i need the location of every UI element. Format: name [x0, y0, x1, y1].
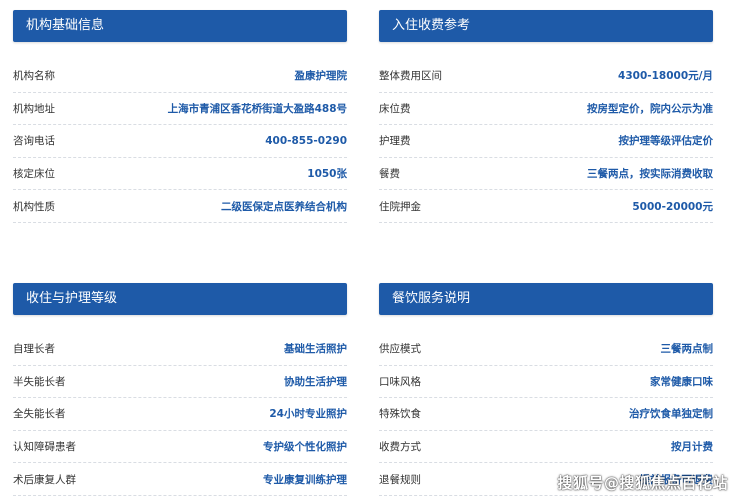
row-label: 核定床位	[13, 168, 55, 181]
info-row-beds: 核定床位 1050张	[13, 158, 347, 191]
info-row-type: 机构性质 二级医保定点医养结合机构	[13, 190, 347, 223]
row-label: 口味风格	[379, 375, 421, 388]
row-label: 全失能长者	[13, 408, 66, 421]
row-value: 盈康护理院	[294, 70, 348, 83]
dining-row-billing: 收费方式 按月计费	[379, 431, 713, 464]
dining-card: 餐饮服务说明 供应模式 三餐两点制 口味风格 家常健康口味 特殊饮食 治疗饮食单…	[379, 283, 713, 496]
row-label: 自理长者	[13, 343, 55, 356]
fees-card-title: 入住收费参考	[379, 10, 713, 42]
row-value: 家常健康口味	[650, 375, 713, 388]
dining-card-title: 餐饮服务说明	[379, 283, 713, 315]
info-card: 机构基础信息 机构名称 盈康护理院 机构地址 上海市青浦区香花桥街道大盈路488…	[13, 10, 347, 223]
row-value: 24小时专业照护	[269, 408, 347, 421]
row-label: 收费方式	[379, 441, 421, 454]
row-label: 退餐规则	[379, 473, 421, 486]
levels-card: 收住与护理等级 自理长者 基础生活照护 半失能长者 协助生活护理 全失能长者 2…	[13, 283, 347, 496]
row-label: 特殊饮食	[379, 408, 421, 421]
fees-row-range: 整体费用区间 4300-18000元/月	[379, 60, 713, 93]
levels-row-semi: 半失能长者 协助生活护理	[13, 366, 347, 399]
info-row-address: 机构地址 上海市青浦区香花桥街道大盈路488号	[13, 93, 347, 126]
row-value: 按护理等级评估定价	[618, 135, 714, 148]
row-value: 三餐两点制	[660, 343, 714, 356]
row-label: 餐费	[379, 168, 400, 181]
row-value: 1050张	[307, 168, 347, 181]
row-label: 机构性质	[13, 200, 55, 213]
row-value: 基础生活照护	[284, 343, 347, 356]
row-value: 三餐两点，按实际消费收取	[587, 168, 713, 181]
fees-rows: 整体费用区间 4300-18000元/月 床位费 按房型定价，院内公示为准 护理…	[379, 60, 713, 223]
row-label: 住院押金	[379, 200, 421, 213]
row-value: 4300-18000元/月	[618, 70, 713, 83]
row-value: 专业康复训练护理	[263, 473, 347, 486]
fees-card: 入住收费参考 整体费用区间 4300-18000元/月 床位费 按房型定价，院内…	[379, 10, 713, 223]
row-value: 专护级个性化照护	[263, 441, 347, 454]
row-label: 床位费	[379, 102, 411, 115]
info-card-title: 机构基础信息	[13, 10, 347, 42]
levels-row-cognitive: 认知障碍患者 专护级个性化照护	[13, 431, 347, 464]
dining-row-special: 特殊饮食 治疗饮食单独定制	[379, 398, 713, 431]
levels-row-full: 全失能长者 24小时专业照护	[13, 398, 347, 431]
fees-row-meal: 餐费 三餐两点，按实际消费收取	[379, 158, 713, 191]
dining-row-taste: 口味风格 家常健康口味	[379, 366, 713, 399]
row-value: 治疗饮食单独定制	[629, 408, 713, 421]
row-label: 咨询电话	[13, 135, 55, 148]
row-label: 供应模式	[379, 343, 421, 356]
fees-row-care: 护理费 按护理等级评估定价	[379, 125, 713, 158]
row-label: 半失能长者	[13, 375, 66, 388]
dining-row-mode: 供应模式 三餐两点制	[379, 333, 713, 366]
row-value: 5000-20000元	[632, 200, 713, 213]
row-label: 认知障碍患者	[13, 441, 76, 454]
row-value: 二级医保定点医养结合机构	[221, 200, 347, 213]
row-value: 协助生活护理	[284, 375, 347, 388]
fees-row-deposit: 住院押金 5000-20000元	[379, 190, 713, 223]
watermark: 搜狐号@搜狐焦点百花站	[557, 474, 728, 492]
row-value: 400-855-0290	[265, 134, 347, 147]
row-label: 机构地址	[13, 102, 55, 115]
row-value: 上海市青浦区香花桥街道大盈路488号	[167, 102, 347, 115]
row-label: 护理费	[379, 135, 411, 148]
row-label: 机构名称	[13, 70, 55, 83]
levels-row-selfcare: 自理长者 基础生活照护	[13, 333, 347, 366]
fees-row-bed: 床位费 按房型定价，院内公示为准	[379, 93, 713, 126]
levels-rows: 自理长者 基础生活照护 半失能长者 协助生活护理 全失能长者 24小时专业照护 …	[13, 333, 347, 496]
levels-row-rehab: 术后康复人群 专业康复训练护理	[13, 463, 347, 496]
info-rows: 机构名称 盈康护理院 机构地址 上海市青浦区香花桥街道大盈路488号 咨询电话 …	[13, 60, 347, 223]
row-value: 按月计费	[671, 441, 713, 454]
levels-card-title: 收住与护理等级	[13, 283, 347, 315]
info-row-phone: 咨询电话 400-855-0290	[13, 125, 347, 158]
info-row-name: 机构名称 盈康护理院	[13, 60, 347, 93]
row-label: 整体费用区间	[379, 70, 442, 83]
row-value: 按房型定价，院内公示为准	[587, 102, 713, 115]
row-label: 术后康复人群	[13, 473, 76, 486]
